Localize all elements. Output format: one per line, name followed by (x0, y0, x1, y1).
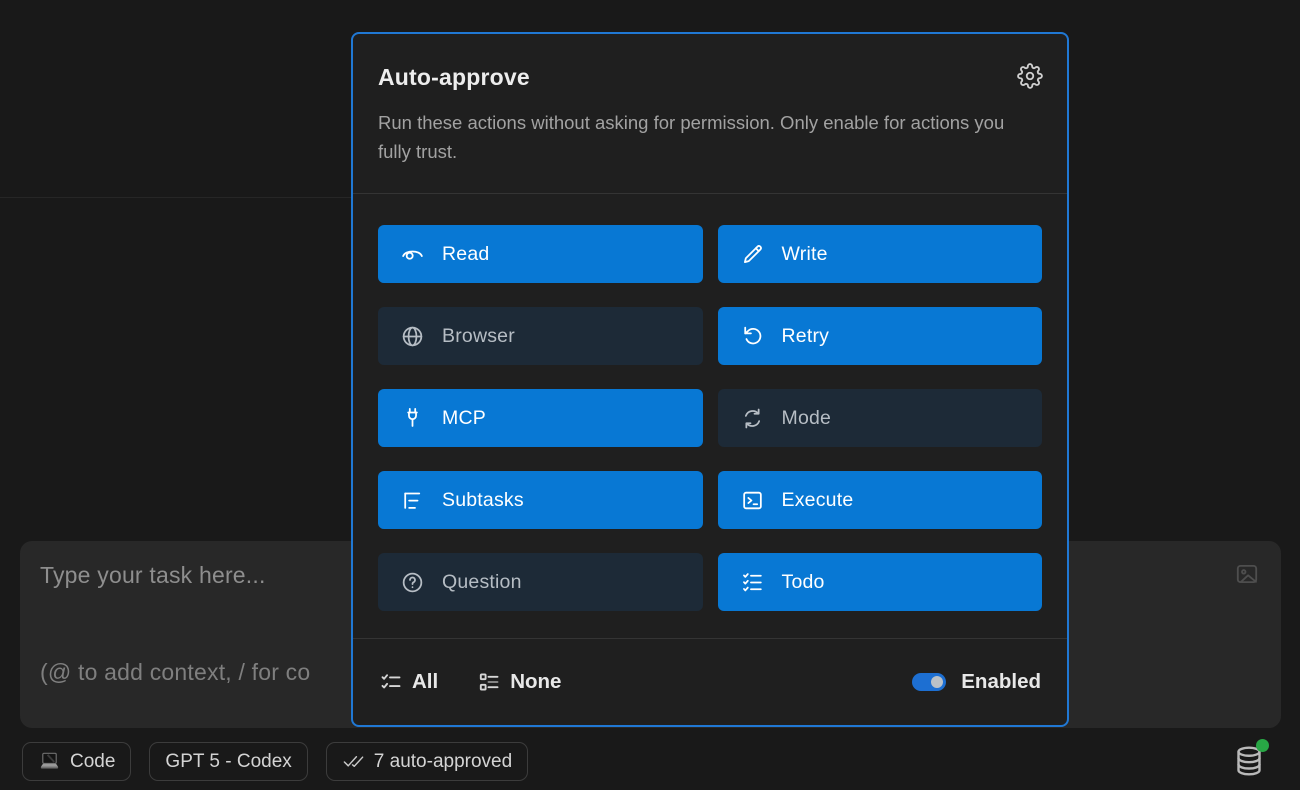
action-question[interactable]: Question (378, 553, 703, 611)
action-retry[interactable]: Retry (718, 307, 1043, 365)
double-check-icon (342, 750, 365, 773)
auto-approved-button[interactable]: 7 auto-approved (326, 742, 528, 781)
globe-icon (400, 324, 425, 349)
pencil-icon (740, 242, 765, 267)
action-execute[interactable]: Execute (718, 471, 1043, 529)
plug-icon (400, 406, 425, 431)
model-selector-button[interactable]: GPT 5 - Codex (149, 742, 307, 781)
action-label: Execute (782, 489, 854, 512)
modal-footer: All None Enabled (353, 639, 1067, 725)
action-mode[interactable]: Mode (718, 389, 1043, 447)
checklist-icon (379, 670, 403, 694)
sync-icon (740, 406, 765, 431)
action-browser[interactable]: Browser (378, 307, 703, 365)
action-label: Write (782, 243, 828, 266)
action-write[interactable]: Write (718, 225, 1043, 283)
enabled-toggle-group: Enabled (912, 670, 1041, 694)
status-bar: Code GPT 5 - Codex 7 auto-approved (22, 742, 528, 781)
database-icon[interactable] (1231, 743, 1267, 779)
image-icon[interactable] (1234, 561, 1260, 587)
action-read[interactable]: Read (378, 225, 703, 283)
select-all-label: All (412, 670, 438, 694)
select-none-button[interactable]: None (477, 670, 561, 694)
action-label: Subtasks (442, 489, 524, 512)
model-selector-label: GPT 5 - Codex (165, 751, 291, 773)
enabled-toggle[interactable] (912, 673, 946, 691)
select-all-button[interactable]: All (379, 670, 438, 694)
checked-list-icon (740, 570, 765, 595)
mode-selector-button[interactable]: Code (22, 742, 131, 781)
toggle-knob (931, 676, 943, 688)
auto-approved-label: 7 auto-approved (374, 751, 512, 773)
question-icon (400, 570, 425, 595)
background-panel-divider (0, 197, 352, 198)
laptop-icon (38, 750, 61, 773)
action-mcp[interactable]: MCP (378, 389, 703, 447)
status-dot (1256, 739, 1269, 752)
task-input-hint: (@ to add context, / for co (40, 659, 310, 686)
mode-selector-label: Code (70, 751, 115, 773)
action-label: Todo (782, 571, 825, 594)
list-tree-icon (400, 488, 425, 513)
select-none-label: None (510, 670, 561, 694)
action-label: Read (442, 243, 489, 266)
eye-icon (400, 242, 425, 267)
action-subtasks[interactable]: Subtasks (378, 471, 703, 529)
refresh-icon (740, 324, 765, 349)
modal-description: Run these actions without asking for per… (378, 108, 1033, 166)
action-grid: Read Write Browser (353, 194, 1067, 639)
action-label: Mode (782, 407, 832, 430)
action-label: MCP (442, 407, 486, 430)
action-label: Browser (442, 325, 515, 348)
unchecked-list-icon (477, 670, 501, 694)
terminal-icon (740, 488, 765, 513)
task-input-placeholder: Type your task here... (40, 562, 266, 589)
gear-icon[interactable] (1017, 63, 1043, 89)
action-label: Question (442, 571, 522, 594)
action-label: Retry (782, 325, 830, 348)
modal-header: Auto-approve Run these actions without a… (353, 34, 1067, 194)
action-todo[interactable]: Todo (718, 553, 1043, 611)
enabled-toggle-label: Enabled (961, 670, 1041, 694)
auto-approve-modal: Auto-approve Run these actions without a… (351, 32, 1069, 727)
modal-title: Auto-approve (378, 64, 1042, 91)
